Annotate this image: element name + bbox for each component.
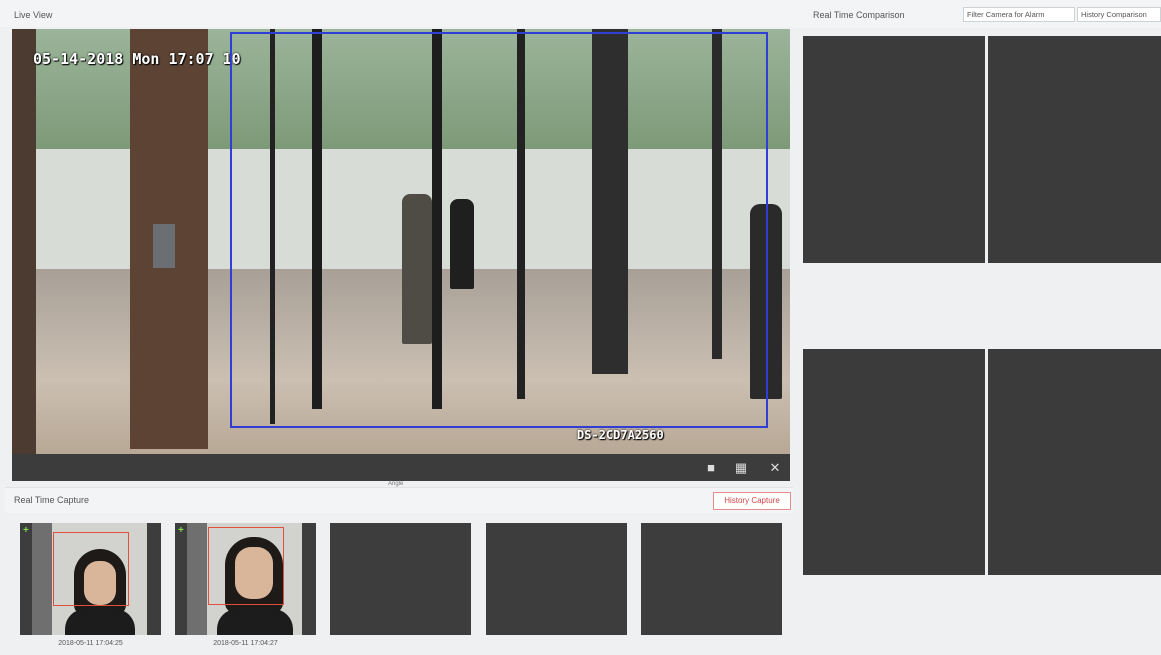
scene-pillar-left (12, 29, 36, 454)
face-detection-box (53, 532, 129, 606)
real-time-capture-header (5, 487, 793, 513)
live-view-title: Live View (14, 10, 53, 20)
thumb-bg (187, 523, 207, 635)
capture-slot-empty (330, 523, 471, 635)
real-time-comparison-title: Real Time Comparison (813, 10, 905, 20)
scene-card-reader (153, 224, 175, 268)
add-icon[interactable]: + (178, 525, 184, 536)
layout-icon[interactable]: ▦ (732, 459, 750, 476)
live-view-header (0, 0, 797, 27)
capture-timestamp: 2018-05-11 17:04:25 (58, 640, 123, 647)
comparison-tile (988, 36, 1161, 263)
comparison-tile (988, 349, 1161, 575)
capture-slot-empty (641, 523, 782, 635)
capture-thumbnail[interactable]: + (20, 523, 161, 635)
real-time-capture-title: Real Time Capture (14, 495, 90, 505)
stop-icon[interactable]: ■ (702, 459, 720, 476)
comparison-tile (803, 349, 985, 575)
close-icon[interactable]: ✕ (766, 459, 784, 476)
osd-datetime: 05-14-2018 Mon 17:07 10 (33, 50, 241, 68)
detection-region-box (230, 32, 768, 428)
history-comparison-button[interactable]: History Comparison (1077, 7, 1161, 22)
comparison-tile (803, 36, 985, 263)
video-toolbar: ■ ▦ ✕ (12, 454, 790, 481)
face-detection-box (208, 527, 284, 605)
history-capture-button[interactable]: History Capture (713, 492, 791, 510)
filter-camera-for-alarm-button[interactable]: Filter Camera for Alarm (963, 7, 1075, 22)
capture-timestamp: 2018-05-11 17:04:27 (213, 640, 278, 647)
face-shoulders (217, 609, 293, 635)
face-shoulders (65, 609, 135, 635)
osd-camera-id: DS-2CD7A2560 (577, 428, 664, 442)
thumb-bg (32, 523, 52, 635)
capture-slot-empty (486, 523, 627, 635)
add-icon[interactable]: + (23, 525, 29, 536)
capture-thumbnail[interactable]: + (175, 523, 316, 635)
live-video-feed[interactable]: 05-14-2018 Mon 17:07 10 DS-2CD7A2560 (12, 29, 790, 454)
